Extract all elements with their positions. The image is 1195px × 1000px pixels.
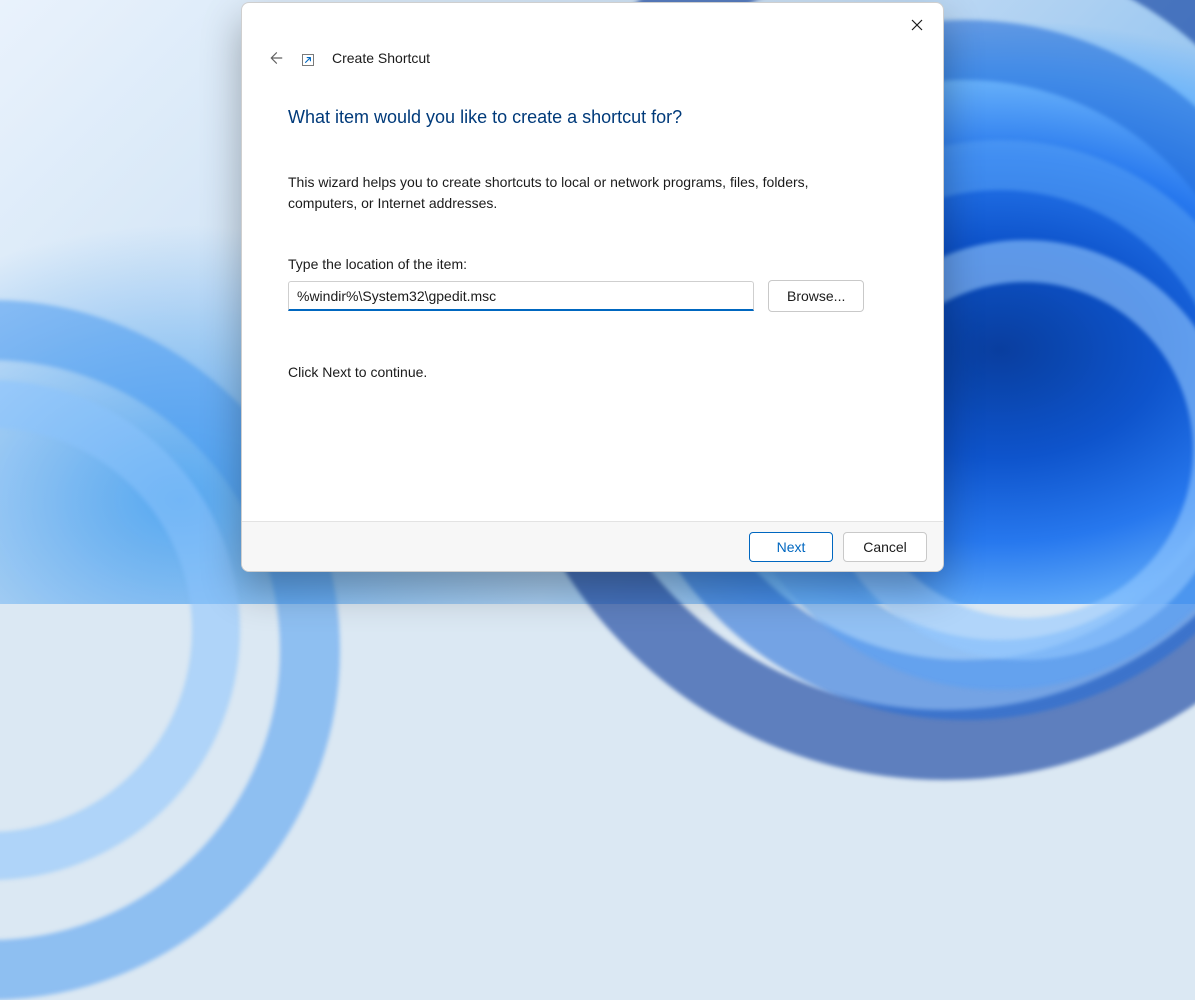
cancel-button[interactable]: Cancel: [843, 532, 927, 562]
wizard-heading: What item would you like to create a sho…: [288, 107, 897, 128]
continue-hint: Click Next to continue.: [288, 364, 897, 380]
location-row: Browse...: [288, 280, 897, 312]
dialog-footer: Next Cancel: [242, 521, 943, 571]
titlebar: [242, 3, 943, 45]
next-button[interactable]: Next: [749, 532, 833, 562]
close-button[interactable]: [897, 9, 937, 41]
dialog-header: Create Shortcut: [242, 45, 943, 79]
arrow-left-icon: [266, 49, 284, 67]
close-icon: [911, 19, 923, 31]
location-label: Type the location of the item:: [288, 256, 897, 272]
create-shortcut-dialog: Create Shortcut What item would you like…: [241, 2, 944, 572]
browse-button[interactable]: Browse...: [768, 280, 864, 312]
location-input[interactable]: [288, 281, 754, 311]
shortcut-arrow-icon: [304, 56, 312, 64]
dialog-title: Create Shortcut: [332, 50, 430, 66]
wizard-description: This wizard helps you to create shortcut…: [288, 172, 848, 214]
dialog-content: What item would you like to create a sho…: [242, 79, 943, 521]
shortcut-icon: [302, 50, 318, 66]
back-button[interactable]: [262, 45, 288, 71]
